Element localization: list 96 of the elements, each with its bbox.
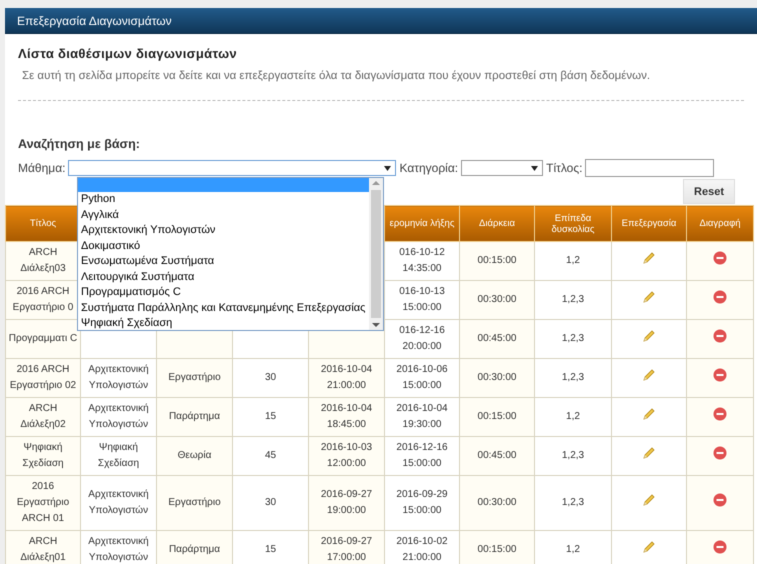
table-cell: 15 (232, 530, 308, 564)
table-cell: 45 (232, 436, 308, 476)
table-cell: 00:45:00 (460, 320, 534, 358)
table-cell: 30 (232, 358, 308, 398)
table-cell: 00:30:00 (460, 476, 534, 530)
table-cell: 2016-09-27 19:00:00 (308, 476, 384, 530)
table-cell: 00:15:00 (460, 530, 534, 564)
dropdown-option[interactable]: Δοκιμαστικό (78, 238, 369, 254)
table-cell: Παράρτημα (156, 398, 232, 436)
table-cell: ARCH Διάλεξη02 (6, 398, 80, 436)
table-cell: 2016-10-02 21:00:00 (384, 530, 460, 564)
table-cell: 2016-09-29 15:00:00 (384, 476, 460, 530)
table-cell: 1,2,3 (534, 320, 612, 358)
table-cell: 016-10-12 14:35:00 (384, 242, 460, 280)
table-cell: 1,2,3 (534, 476, 612, 530)
table-cell: 2016-10-04 19:30:00 (384, 398, 460, 436)
scroll-up-icon[interactable] (372, 178, 380, 188)
pencil-icon[interactable] (642, 251, 656, 265)
table-cell: 2016 ARCH Εργαστήριο 02 (6, 358, 80, 398)
table-cell: 1,2 (534, 530, 612, 564)
course-label: Μάθημα: (18, 161, 66, 175)
caret-icon (531, 166, 538, 170)
delete-icon[interactable] (713, 368, 727, 382)
table-cell: Προγραμματι C (6, 320, 80, 358)
pencil-icon[interactable] (642, 540, 656, 554)
pencil-icon[interactable] (642, 368, 656, 382)
table-cell: 1,2,3 (534, 358, 612, 398)
dropdown-option[interactable]: Ψηφιακή Σχεδίαση (78, 316, 369, 330)
dropdown-option[interactable]: Ενσωματωμένα Συστήματα (78, 254, 369, 270)
dropdown-option[interactable]: Προγραμματισμός C (78, 285, 369, 300)
table-cell: 30 (232, 476, 308, 530)
table-cell: 00:30:00 (460, 358, 534, 398)
category-label: Κατηγορία: (399, 161, 458, 175)
pencil-icon[interactable] (642, 493, 656, 507)
title-field[interactable] (585, 159, 714, 177)
table-cell: 2016-10-04 21:00:00 (308, 358, 384, 398)
table-cell: ARCH Διάλεξη01 (6, 530, 80, 564)
column-header: Επεξεργασία (612, 206, 686, 242)
page-heading: Λίστα διαθέσιμων διαγωνισμάτων (18, 46, 238, 61)
table-cell: Ψηφιακή Σχεδίαση (6, 436, 80, 476)
table-cell: 016-10-13 15:00:00 (384, 280, 460, 320)
table-cell: Αρχιτεκτονική Υπολογιστών (80, 476, 156, 530)
table-cell: 2016-10-03 12:00:00 (308, 436, 384, 476)
dropdown-option[interactable]: Λειτουργικά Συστήματα (78, 270, 369, 285)
pencil-icon[interactable] (642, 407, 656, 421)
delete-icon[interactable] (713, 540, 727, 554)
page-description: Σε αυτή τη σελίδα μπορείτε να δείτε και να επεξεργαστείτε όλα τα διαγωνίσματα που έχουν προστεθεί στη βάση δεδομένων. (22, 70, 652, 82)
pencil-icon[interactable] (642, 446, 656, 460)
dropdown-option[interactable]: Python (78, 192, 369, 208)
table-cell: Θεωρία (156, 436, 232, 476)
table-cell: 1,2,3 (534, 436, 612, 476)
delete-icon[interactable] (713, 493, 727, 507)
scroll-down-icon[interactable] (372, 320, 380, 330)
window-title: Επεξεργασία Διαγωνισμάτων (5, 8, 757, 34)
dropdown-option[interactable]: Αρχιτεκτονική Υπολογιστών (78, 223, 369, 238)
column-header: Επίπεδα δυσκολίας (534, 206, 612, 242)
table-cell: 2016-09-27 17:00:00 (308, 530, 384, 564)
table-cell: 2016-10-04 18:45:00 (308, 398, 384, 436)
delete-icon[interactable] (713, 290, 727, 304)
category-select[interactable] (461, 160, 544, 176)
table-cell: 2016-10-06 15:00:00 (384, 358, 460, 398)
pencil-icon[interactable] (642, 290, 656, 304)
reset-button[interactable]: Reset (683, 179, 735, 204)
table-cell: Ψηφιακή Σχεδίαση (80, 436, 156, 476)
scrollbar[interactable] (369, 178, 383, 330)
dropdown-option[interactable]: Συστήματα Παράλληλης και Κατανεμημένης Επεξεργασίας (78, 300, 369, 316)
table-cell: Αρχιτεκτονική Υπολογιστών (80, 398, 156, 436)
table-cell: 2016-12-16 15:00:00 (384, 436, 460, 476)
column-header: Διαγραφή (686, 206, 754, 242)
delete-icon[interactable] (713, 251, 727, 265)
table-cell: Παράρτημα (156, 530, 232, 564)
table-cell: 00:15:00 (460, 398, 534, 436)
table-cell: 00:30:00 (460, 280, 534, 320)
caret-icon (384, 166, 392, 170)
table-cell: 00:15:00 (460, 242, 534, 280)
search-heading: Αναζήτηση με βάση: (18, 137, 141, 151)
column-header: ερομηνία λήξης (384, 206, 460, 242)
table-cell: 1,2 (534, 242, 612, 280)
table-cell: Εργαστήριο (156, 476, 232, 530)
title-label: Τίτλος: (546, 161, 582, 175)
table-cell: Εργαστήριο (156, 358, 232, 398)
delete-icon[interactable] (713, 329, 727, 343)
table-cell: 15 (232, 398, 308, 436)
table-cell: 1,2,3 (534, 280, 612, 320)
column-header: Διάρκεια (460, 206, 534, 242)
table-cell: Αρχιτεκτονική Υπολογιστών (80, 530, 156, 564)
table-cell: 2016 Εργαστήριο ARCH 01 (6, 476, 80, 530)
dropdown-option[interactable]: Αγγλικά (78, 208, 369, 223)
pencil-icon[interactable] (642, 329, 656, 343)
course-select[interactable] (68, 160, 396, 176)
table-cell: 00:45:00 (460, 436, 534, 476)
table-cell: 016-12-16 20:00:00 (384, 320, 460, 358)
delete-icon[interactable] (713, 407, 727, 421)
delete-icon[interactable] (713, 446, 727, 460)
table-cell: Αρχιτεκτονική Υπολογιστών (80, 358, 156, 398)
table-cell: 1,2 (534, 398, 612, 436)
